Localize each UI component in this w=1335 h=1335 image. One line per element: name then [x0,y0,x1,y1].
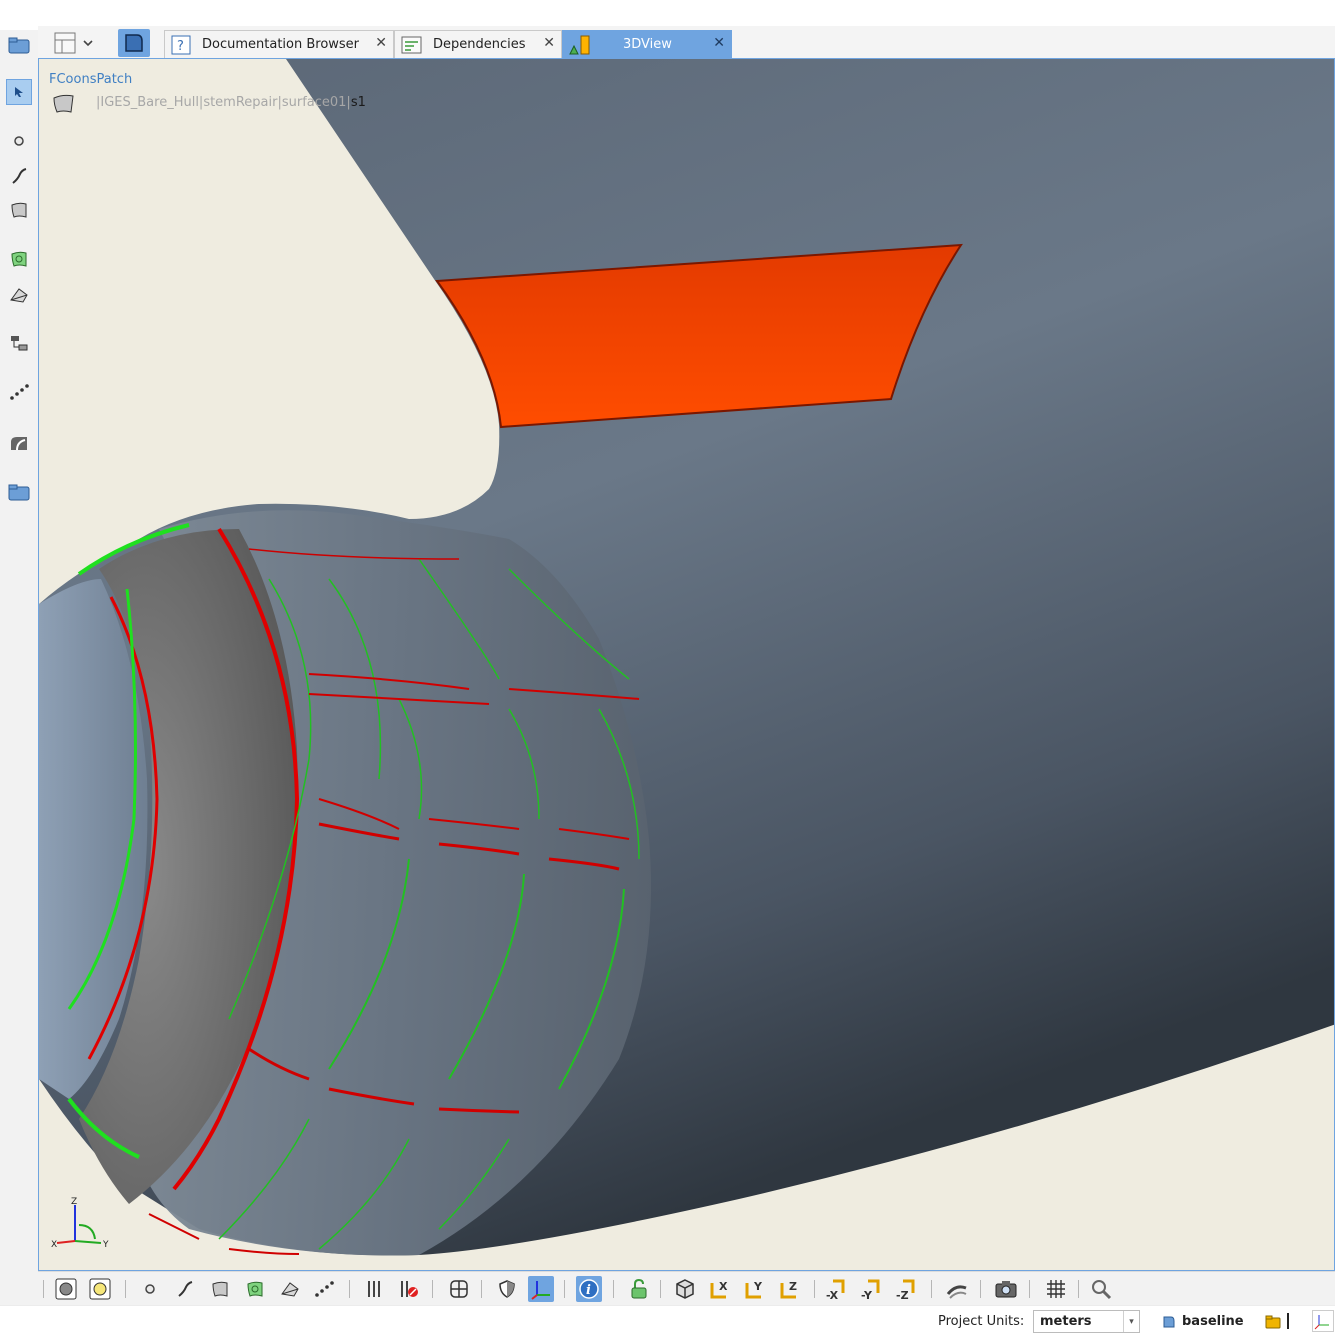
shaded-mode-icon[interactable] [87,1276,113,1302]
points-icon[interactable] [311,1276,337,1302]
chevron-down-icon[interactable] [80,30,96,56]
blend-icon[interactable] [6,430,32,456]
section-off-icon[interactable] [396,1276,422,1302]
axis-y-label: Y [102,1240,109,1250]
axis-neg-x-label: -X [826,1289,839,1301]
close-icon[interactable]: ✕ [713,35,725,51]
camera-icon[interactable] [993,1276,1019,1302]
hull-scene [39,59,1334,1256]
points-icon[interactable] [6,379,32,405]
axes-icon[interactable] [528,1276,554,1302]
iso-view-icon[interactable] [672,1276,698,1302]
status-divider [1287,1313,1289,1329]
project-units-select[interactable]: meters ▾ [1033,1310,1140,1333]
entity-path-prefix: |IGES_Bare_Hull|stemRepair|surface01| [96,95,351,110]
fit-view-icon[interactable] [944,1276,970,1302]
grid-quad-icon[interactable] [446,1276,472,1302]
status-bar: Project Units: meters ▾ baseline [0,1305,1335,1335]
pointer-icon[interactable] [6,79,32,105]
surface-icon[interactable] [6,197,32,223]
axis-z-label: Z [71,1197,77,1207]
view-neg-z-icon[interactable]: -Z [895,1276,921,1302]
tab-dependencies[interactable]: Dependencies ✕ [394,30,562,58]
surface-icon[interactable] [207,1276,233,1302]
entity-path-selected: s1 [350,95,366,110]
view-neg-y-icon[interactable]: -Y [860,1276,886,1302]
point-icon[interactable] [137,1276,163,1302]
render-mode-icon[interactable] [53,1276,79,1302]
coons-patch-icon[interactable] [6,246,32,272]
chevron-down-icon: ▾ [1123,1311,1139,1332]
entity-type-label: FCoonsPatch [49,72,133,87]
curve-icon[interactable] [6,163,32,189]
coons-patch-icon[interactable] [242,1276,268,1302]
shield-icon[interactable] [494,1276,520,1302]
select-frame-icon[interactable] [118,29,150,57]
view-toolbar: i X Y Z -X -Y -Z [38,1271,1335,1305]
help-icon: ? [171,35,191,59]
axis-x-label: X [719,1280,728,1293]
axes-indicator-icon[interactable] [1312,1310,1334,1332]
tab-bar: ? Documentation Browser ✕ Dependencies ✕… [38,26,1335,58]
tab-label: 3DView [623,37,672,52]
tab-label: Documentation Browser [202,37,360,52]
view-y-icon[interactable]: Y [742,1276,768,1302]
search-icon[interactable] [1088,1276,1114,1302]
close-icon[interactable]: ✕ [543,35,555,51]
folder-icon[interactable] [6,32,32,58]
project-units-value: meters [1040,1314,1092,1329]
design-icon [1162,1315,1176,1333]
surface-icon [51,93,77,119]
folder-icon[interactable] [6,479,32,505]
layout-icon[interactable] [52,30,78,56]
view-neg-x-icon[interactable]: -X [825,1276,851,1302]
axis-y-label: Y [753,1280,763,1293]
view-z-icon[interactable]: Z [777,1276,803,1302]
svg-text:i: i [586,1283,591,1298]
folder-icon[interactable] [1265,1315,1281,1333]
svg-text:?: ? [177,39,184,54]
3d-viewport[interactable]: FCoonsPatch |IGES_Bare_Hull|stemRepair|s… [38,58,1335,1271]
grid-icon[interactable] [1043,1276,1069,1302]
axis-neg-z-label: -Z [896,1289,909,1301]
tab-3dview[interactable]: 3DView ✕ [562,30,732,58]
axis-z-label: Z [789,1280,797,1293]
tab-label: Dependencies [433,37,526,52]
solid-icon[interactable] [277,1276,303,1302]
lock-icon[interactable] [626,1276,652,1302]
axis-triad-icon: Z X Y [51,1197,109,1250]
dependencies-icon [401,35,423,59]
close-icon[interactable]: ✕ [375,35,387,51]
point-icon[interactable] [6,128,32,154]
section-icon[interactable] [361,1276,387,1302]
tree-icon[interactable] [6,330,32,356]
project-units-label: Project Units: [938,1314,1025,1329]
axis-neg-y-label: -Y [861,1289,873,1301]
axis-x-label: X [51,1240,57,1250]
tab-documentation-browser[interactable]: ? Documentation Browser ✕ [164,30,394,58]
view-x-icon[interactable]: X [707,1276,733,1302]
curve-icon[interactable] [172,1276,198,1302]
3dview-icon [568,34,592,60]
left-toolbar [0,30,38,1305]
solid-icon[interactable] [6,282,32,308]
entity-path: |IGES_Bare_Hull|stemRepair|surface01|s1 [96,95,366,110]
design-name: baseline [1182,1314,1244,1329]
info-icon[interactable]: i [576,1276,602,1302]
